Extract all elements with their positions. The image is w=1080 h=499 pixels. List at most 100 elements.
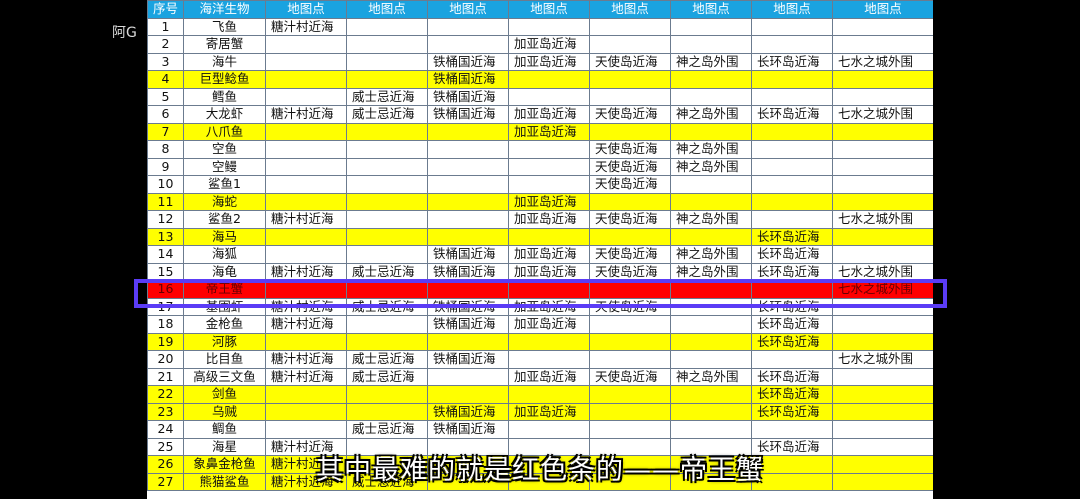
creature-name-cell[interactable]: 海龟 xyxy=(183,262,266,281)
map-point-cell[interactable]: 神之岛外围 xyxy=(670,210,752,229)
map-point-cell[interactable]: 加亚岛近海 xyxy=(508,52,590,71)
map-point-cell[interactable]: 糖汁村近海 xyxy=(265,315,347,334)
map-point-cell[interactable] xyxy=(670,70,752,89)
map-point-cell[interactable] xyxy=(346,210,428,229)
creature-name-cell[interactable]: 比目鱼 xyxy=(183,350,266,369)
map-point-cell[interactable] xyxy=(508,350,590,369)
map-point-cell[interactable] xyxy=(346,192,428,211)
map-point-cell[interactable]: 七水之城外围 xyxy=(832,280,933,299)
row-index-cell[interactable]: 20 xyxy=(147,350,184,369)
map-point-cell[interactable] xyxy=(589,35,671,54)
map-point-cell[interactable] xyxy=(265,385,347,404)
map-point-cell[interactable] xyxy=(427,17,509,36)
map-point-cell[interactable] xyxy=(265,175,347,194)
map-point-cell[interactable]: 威士忌近海 xyxy=(346,87,428,106)
map-point-cell[interactable] xyxy=(508,175,590,194)
map-point-cell[interactable]: 加亚岛近海 xyxy=(508,367,590,386)
map-point-cell[interactable]: 加亚岛近海 xyxy=(508,315,590,334)
column-header[interactable]: 地图点 xyxy=(508,0,590,19)
creature-name-cell[interactable]: 空鳗 xyxy=(183,157,266,176)
map-point-cell[interactable]: 铁桶国近海 xyxy=(427,420,509,439)
table-row[interactable]: 3 海牛 铁桶国近海 加亚岛近海 天使岛近海 神之岛外围 长环岛近海 七水之城外围 xyxy=(147,52,933,71)
map-point-cell[interactable]: 铁桶国近海 xyxy=(427,245,509,264)
column-header[interactable]: 地图点 xyxy=(832,0,933,19)
map-point-cell[interactable] xyxy=(346,140,428,159)
map-point-cell[interactable] xyxy=(670,350,752,369)
map-point-cell[interactable] xyxy=(427,140,509,159)
map-point-cell[interactable] xyxy=(589,227,671,246)
map-point-cell[interactable] xyxy=(670,227,752,246)
map-point-cell[interactable] xyxy=(589,87,671,106)
row-index-cell[interactable]: 9 xyxy=(147,157,184,176)
creature-name-cell[interactable]: 海蛇 xyxy=(183,192,266,211)
map-point-cell[interactable] xyxy=(751,140,833,159)
map-point-cell[interactable] xyxy=(427,367,509,386)
map-point-cell[interactable] xyxy=(265,35,347,54)
map-point-cell[interactable] xyxy=(751,157,833,176)
map-point-cell[interactable] xyxy=(832,420,933,439)
map-point-cell[interactable]: 威士忌近海 xyxy=(346,367,428,386)
row-index-cell[interactable]: 16 xyxy=(147,280,184,299)
map-point-cell[interactable] xyxy=(670,192,752,211)
column-header[interactable]: 地图点 xyxy=(670,0,752,19)
table-row[interactable]: 1 飞鱼 糖汁村近海 xyxy=(147,17,933,36)
map-point-cell[interactable] xyxy=(265,402,347,421)
map-point-cell[interactable] xyxy=(265,52,347,71)
map-point-cell[interactable] xyxy=(670,315,752,334)
map-point-cell[interactable]: 天使岛近海 xyxy=(589,367,671,386)
table-row[interactable]: 22 剑鱼 长环岛近海 xyxy=(147,385,933,404)
creature-name-cell[interactable]: 鲨鱼1 xyxy=(183,175,266,194)
creature-name-cell[interactable]: 海马 xyxy=(183,227,266,246)
row-index-cell[interactable]: 17 xyxy=(147,297,184,316)
map-point-cell[interactable]: 糖汁村近海 xyxy=(265,105,347,124)
map-point-cell[interactable]: 长环岛近海 xyxy=(751,385,833,404)
map-point-cell[interactable] xyxy=(832,332,933,351)
row-index-cell[interactable]: 7 xyxy=(147,122,184,141)
map-point-cell[interactable] xyxy=(751,210,833,229)
map-point-cell[interactable]: 天使岛近海 xyxy=(589,245,671,264)
creature-name-cell[interactable]: 海狐 xyxy=(183,245,266,264)
column-header[interactable]: 地图点 xyxy=(751,0,833,19)
map-point-cell[interactable]: 天使岛近海 xyxy=(589,157,671,176)
map-point-cell[interactable] xyxy=(265,70,347,89)
map-point-cell[interactable]: 天使岛近海 xyxy=(589,105,671,124)
table-row[interactable]: 2 寄居蟹 加亚岛近海 xyxy=(147,35,933,54)
map-point-cell[interactable]: 长环岛近海 xyxy=(751,52,833,71)
map-point-cell[interactable] xyxy=(751,280,833,299)
map-point-cell[interactable]: 铁桶国近海 xyxy=(427,350,509,369)
map-point-cell[interactable] xyxy=(346,245,428,264)
row-index-cell[interactable]: 2 xyxy=(147,35,184,54)
column-header[interactable]: 地图点 xyxy=(346,0,428,19)
map-point-cell[interactable] xyxy=(508,420,590,439)
map-point-cell[interactable]: 糖汁村近海 xyxy=(265,210,347,229)
row-index-cell[interactable]: 12 xyxy=(147,210,184,229)
map-point-cell[interactable] xyxy=(346,402,428,421)
map-point-cell[interactable] xyxy=(670,280,752,299)
map-point-cell[interactable]: 神之岛外围 xyxy=(670,157,752,176)
creature-name-cell[interactable]: 高级三文鱼 xyxy=(183,367,266,386)
map-point-cell[interactable] xyxy=(589,332,671,351)
map-point-cell[interactable] xyxy=(508,280,590,299)
map-point-cell[interactable] xyxy=(265,87,347,106)
table-row[interactable]: 7 八爪鱼 加亚岛近海 xyxy=(147,122,933,141)
map-point-cell[interactable]: 加亚岛近海 xyxy=(508,192,590,211)
map-point-cell[interactable] xyxy=(751,122,833,141)
map-point-cell[interactable] xyxy=(832,297,933,316)
map-point-cell[interactable] xyxy=(670,87,752,106)
map-point-cell[interactable] xyxy=(508,87,590,106)
map-point-cell[interactable]: 长环岛近海 xyxy=(751,297,833,316)
table-row[interactable]: 12 鲨鱼2 糖汁村近海 加亚岛近海 天使岛近海 神之岛外围 七水之城外围 xyxy=(147,210,933,229)
map-point-cell[interactable] xyxy=(508,332,590,351)
map-point-cell[interactable] xyxy=(427,227,509,246)
map-point-cell[interactable]: 加亚岛近海 xyxy=(508,297,590,316)
map-point-cell[interactable] xyxy=(589,280,671,299)
map-point-cell[interactable] xyxy=(346,227,428,246)
map-point-cell[interactable]: 威士忌近海 xyxy=(346,420,428,439)
table-row[interactable]: 4 巨型鲶鱼 铁桶国近海 xyxy=(147,70,933,89)
map-point-cell[interactable] xyxy=(670,420,752,439)
table-row[interactable]: 6 大龙虾 糖汁村近海 威士忌近海 铁桶国近海 加亚岛近海 天使岛近海 神之岛外围 长环岛近海七… xyxy=(147,105,933,124)
map-point-cell[interactable]: 七水之城外围 xyxy=(832,350,933,369)
row-index-cell[interactable]: 23 xyxy=(147,402,184,421)
map-point-cell[interactable] xyxy=(670,385,752,404)
map-point-cell[interactable] xyxy=(346,332,428,351)
